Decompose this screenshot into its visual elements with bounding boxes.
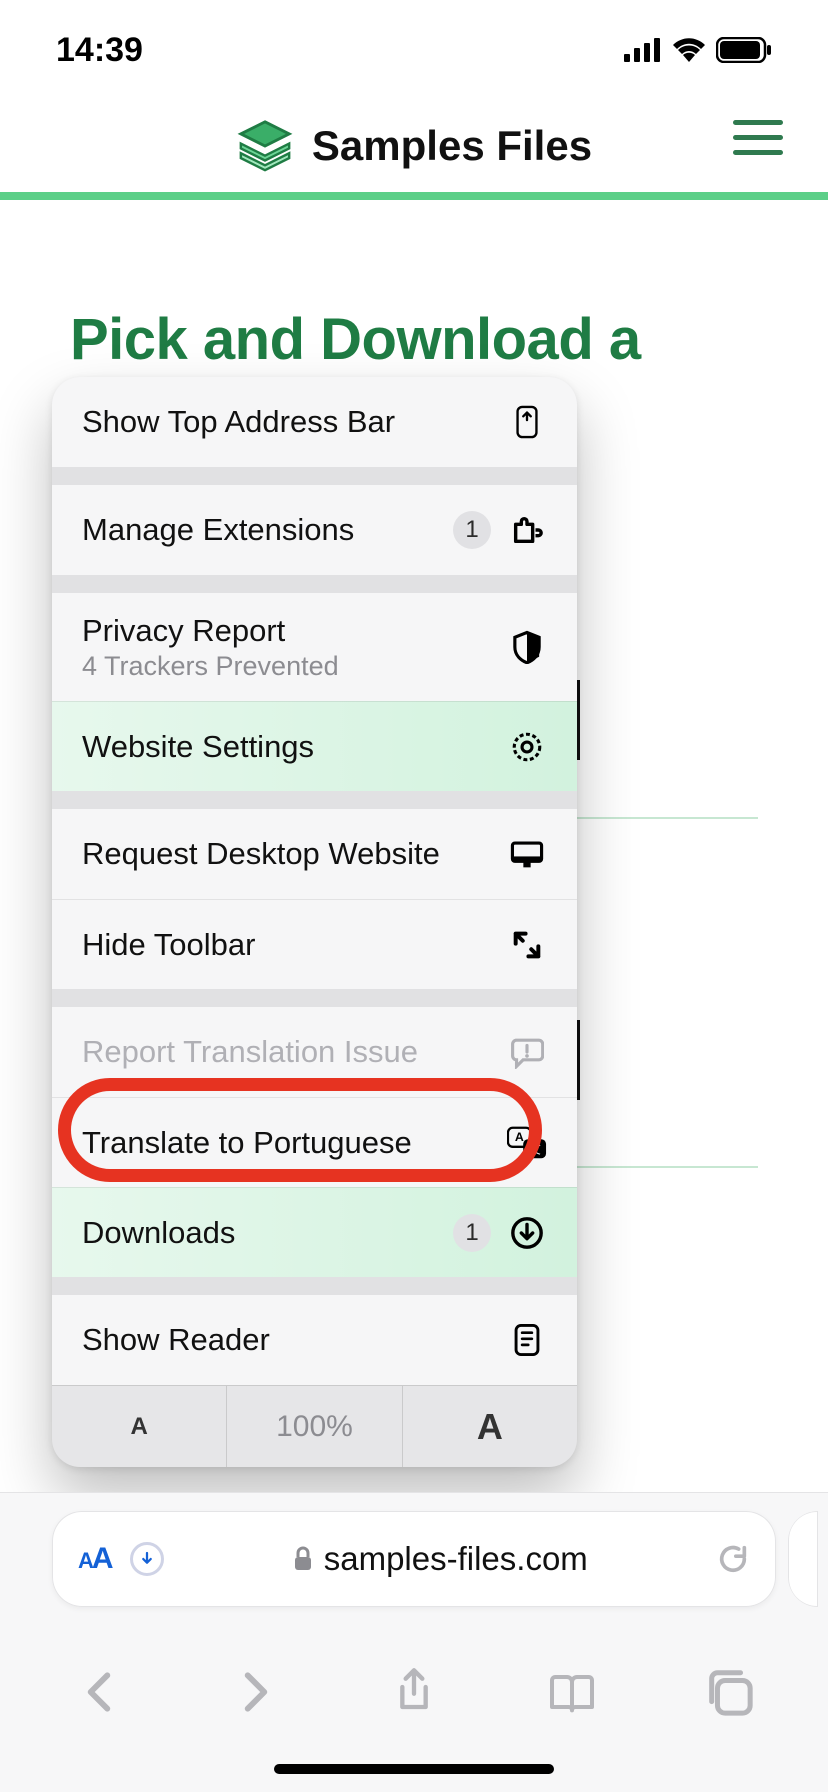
refresh-icon[interactable] [716, 1542, 750, 1576]
menu-subtitle: 4 Trackers Prevented [82, 651, 491, 682]
reader-icon [507, 1323, 547, 1357]
svg-text:文: 文 [528, 1141, 540, 1156]
download-circle-icon [507, 1216, 547, 1250]
brand[interactable]: Samples Files [236, 117, 592, 175]
zoom-in-button[interactable]: A [403, 1386, 577, 1467]
translate-icon: A文 [507, 1126, 547, 1160]
svg-text:A: A [515, 1130, 524, 1144]
downloads-badge: 1 [453, 1214, 491, 1252]
menu-website-settings[interactable]: Website Settings [52, 701, 577, 791]
menu-request-desktop[interactable]: Request Desktop Website [52, 809, 577, 899]
logo-icon [236, 117, 294, 175]
menu-show-reader[interactable]: Show Reader [52, 1295, 577, 1385]
menu-label: Translate to Portuguese [82, 1125, 491, 1161]
safari-toolbar [0, 1647, 828, 1737]
puzzle-icon [507, 513, 547, 547]
url-bar[interactable]: AA samples-files.com [52, 1511, 776, 1607]
brand-text: Samples Files [312, 122, 592, 170]
next-tab-peek[interactable] [788, 1511, 818, 1607]
bookmarks-button[interactable] [547, 1667, 597, 1717]
menu-report-translation: Report Translation Issue [52, 1007, 577, 1097]
site-header: Samples Files [0, 100, 828, 200]
back-button[interactable] [74, 1667, 124, 1717]
url-host[interactable]: samples-files.com [182, 1540, 698, 1578]
menu-show-top-address-bar[interactable]: Show Top Address Bar [52, 377, 577, 467]
menu-label: Downloads [82, 1215, 437, 1251]
forward-button[interactable] [231, 1667, 281, 1717]
cellular-icon [624, 38, 662, 62]
status-time: 14:39 [56, 31, 143, 70]
desktop-icon [507, 837, 547, 871]
menu-label: Report Translation Issue [82, 1034, 491, 1070]
zoom-level[interactable]: 100% [227, 1386, 402, 1467]
aa-menu-popover: Show Top Address Bar Manage Extensions 1… [52, 377, 577, 1467]
expand-icon [507, 928, 547, 962]
report-bubble-icon [507, 1035, 547, 1069]
menu-label: Show Top Address Bar [82, 404, 491, 440]
zoom-bar: A 100% A [52, 1385, 577, 1467]
lock-icon [292, 1546, 314, 1572]
battery-icon [716, 37, 772, 63]
gear-icon [507, 730, 547, 764]
menu-downloads[interactable]: Downloads 1 [52, 1187, 577, 1277]
tabs-button[interactable] [704, 1667, 754, 1717]
menu-label: Website Settings [82, 729, 491, 765]
status-right [624, 37, 772, 63]
menu-hide-toolbar[interactable]: Hide Toolbar [52, 899, 577, 989]
wifi-icon [672, 38, 706, 62]
menu-label: Privacy Report [82, 613, 491, 649]
safari-bottom-chrome: AA samples-files.com [0, 1492, 828, 1792]
menu-manage-extensions[interactable]: Manage Extensions 1 [52, 485, 577, 575]
phone-top-icon [507, 405, 547, 439]
shield-icon [507, 630, 547, 664]
menu-label: Request Desktop Website [82, 836, 491, 872]
menu-privacy-report[interactable]: Privacy Report 4 Trackers Prevented [52, 593, 577, 701]
menu-label: Hide Toolbar [82, 927, 491, 963]
menu-translate[interactable]: Translate to Portuguese A文 [52, 1097, 577, 1187]
menu-label: Show Reader [82, 1322, 491, 1358]
status-bar: 14:39 [0, 0, 828, 100]
zoom-out-button[interactable]: A [52, 1386, 227, 1467]
home-indicator [274, 1764, 554, 1774]
extensions-badge: 1 [453, 511, 491, 549]
share-button[interactable] [389, 1667, 439, 1717]
menu-label: Manage Extensions [82, 512, 437, 548]
hamburger-icon[interactable] [733, 120, 783, 155]
aa-menu-button[interactable]: AA [78, 1542, 112, 1576]
download-indicator-icon[interactable] [130, 1542, 164, 1576]
